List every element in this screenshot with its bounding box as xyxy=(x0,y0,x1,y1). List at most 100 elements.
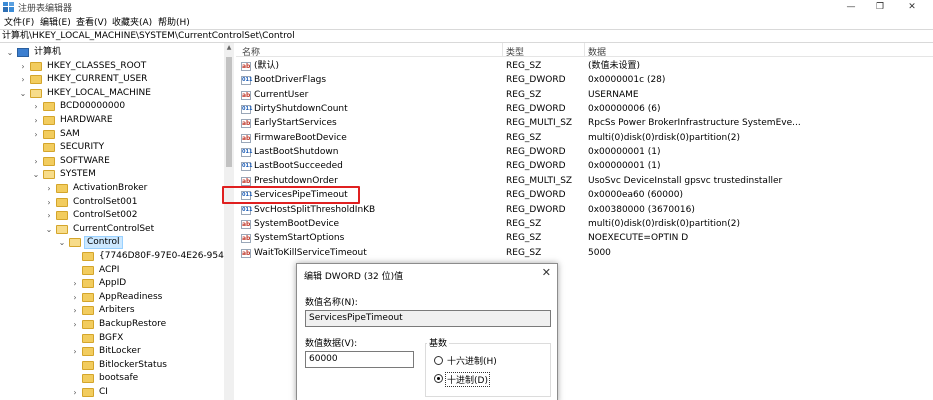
tree-item-label: AppReadiness xyxy=(99,291,163,302)
value-row[interactable]: ab SystemStartOptions REG_SZ NOEXECUTE=OPT… xyxy=(236,231,933,245)
tree-item[interactable]: › Arbiters xyxy=(0,304,224,318)
close-button[interactable]: ✕ xyxy=(902,0,922,14)
binary-value-icon: 011 xyxy=(241,105,253,115)
tree-item[interactable]: › AppReadiness xyxy=(0,291,224,305)
value-row[interactable]: 011 LastBootSucceeded REG_DWORD 0x00000001 … xyxy=(236,159,933,173)
tree-item[interactable]: › HARDWARE xyxy=(0,114,224,128)
value-row[interactable]: ab WaitToKillServiceTimeout REG_SZ 5000 xyxy=(236,246,933,260)
tree-item[interactable]: › ActivationBroker xyxy=(0,182,224,196)
value-row[interactable]: ab EarlyStartServices REG_MULTI_SZ RpcSs Po… xyxy=(236,116,933,130)
tree-item[interactable]: BGFX xyxy=(0,332,224,346)
chevron-right-icon[interactable]: › xyxy=(19,73,27,86)
value-name: SvcHostSplitThresholdInKB xyxy=(254,204,376,215)
value-data: 0x00000001 (1) xyxy=(588,161,661,172)
value-name: FirmwareBootDevice xyxy=(254,132,347,143)
chevron-right-icon[interactable]: › xyxy=(32,128,40,141)
value-row[interactable]: ab (默认) REG_SZ (数值未设置) xyxy=(236,59,933,73)
tree-item[interactable]: ⌄ 计算机 xyxy=(0,46,224,60)
tree-item[interactable]: ACPI xyxy=(0,264,224,278)
tree-item[interactable]: ⌄ HKEY_LOCAL_MACHINE xyxy=(0,87,224,101)
column-data[interactable]: 数据 xyxy=(588,45,606,58)
menu-help[interactable]: 帮助(H) xyxy=(158,15,190,28)
tree-item[interactable]: › BackupRestore xyxy=(0,318,224,332)
chevron-right-icon[interactable]: › xyxy=(45,209,53,222)
maximize-button[interactable]: ❐ xyxy=(870,0,890,14)
folder-icon xyxy=(82,320,94,329)
folder-icon xyxy=(56,197,68,207)
tree-item[interactable]: › SOFTWARE xyxy=(0,155,224,169)
value-type: REG_MULTI_SZ xyxy=(506,175,573,186)
binary-value-icon: 011 xyxy=(241,76,253,86)
tree-item[interactable]: › ControlSet001 xyxy=(0,196,224,210)
chevron-down-icon[interactable]: ⌄ xyxy=(45,223,53,236)
tree-item[interactable]: › CI xyxy=(0,386,224,400)
value-row[interactable]: 011 SvcHostSplitThresholdInKB REG_DWORD 0x0… xyxy=(236,203,933,217)
tree-item[interactable]: {7746D80F-97E0-4E26-9543-26B xyxy=(0,250,233,264)
tree-scrollbar[interactable]: ▲ xyxy=(224,43,234,400)
value-name: CurrentUser xyxy=(254,89,309,100)
tree-item[interactable]: ⌄ Control xyxy=(0,236,224,250)
tree-item[interactable]: BitlockerStatus xyxy=(0,359,224,373)
chevron-right-icon[interactable]: › xyxy=(71,318,79,331)
list-header: 名称 类型 数据 xyxy=(236,43,933,58)
chevron-right-icon[interactable]: › xyxy=(71,386,79,399)
string-value-icon: ab xyxy=(241,133,251,143)
value-name-field[interactable]: ServicesPipeTimeout xyxy=(305,310,551,327)
tree-item[interactable]: › ControlSet002 xyxy=(0,209,224,223)
tree-item[interactable]: › BCD00000000 xyxy=(0,100,224,114)
tree-item-label: ActivationBroker xyxy=(73,183,148,193)
chevron-right-icon[interactable]: › xyxy=(71,304,79,317)
value-type: REG_SZ xyxy=(506,218,542,229)
chevron-right-icon[interactable]: › xyxy=(71,291,79,304)
address-bar[interactable]: 计算机\HKEY_LOCAL_MACHINE\SYSTEM\CurrentCon… xyxy=(0,29,933,43)
chevron-right-icon[interactable]: › xyxy=(45,196,53,209)
tree-item[interactable]: › AppID xyxy=(0,277,224,291)
chevron-right-icon[interactable]: › xyxy=(45,182,53,195)
tree-item[interactable]: ⌄ CurrentControlSet xyxy=(0,223,224,237)
column-type[interactable]: 类型 xyxy=(506,45,524,58)
column-name[interactable]: 名称 xyxy=(242,45,260,58)
chevron-right-icon[interactable]: › xyxy=(19,60,27,73)
value-row[interactable]: ab SystemBootDevice REG_SZ multi(0)disk(0)r… xyxy=(236,217,933,231)
tree-item[interactable]: › BitLocker xyxy=(0,345,224,359)
scroll-up-icon[interactable]: ▲ xyxy=(224,43,234,53)
hex-radio[interactable] xyxy=(434,356,443,365)
dec-radio[interactable] xyxy=(434,374,443,383)
value-row[interactable]: 011 LastBootShutdown REG_DWORD 0x00000001 (… xyxy=(236,145,933,159)
menu-edit[interactable]: 编辑(E) xyxy=(40,15,71,28)
minimize-button[interactable]: — xyxy=(841,0,861,14)
chevron-right-icon[interactable]: › xyxy=(71,345,79,358)
value-row[interactable]: ab FirmwareBootDevice REG_SZ multi(0)disk(0… xyxy=(236,131,933,145)
value-row[interactable]: ab CurrentUser REG_SZ USERNAME xyxy=(236,88,933,102)
chevron-down-icon[interactable]: ⌄ xyxy=(6,46,14,59)
scroll-thumb[interactable] xyxy=(226,57,232,167)
menu-favorites[interactable]: 收藏夹(A) xyxy=(112,15,152,28)
tree-item[interactable]: › HKEY_CLASSES_ROOT xyxy=(0,60,224,74)
tree-item[interactable]: ⌄ SYSTEM xyxy=(0,168,224,182)
computer-icon xyxy=(17,48,29,57)
chevron-right-icon[interactable]: › xyxy=(32,100,40,113)
tree-item[interactable]: › HKEY_CURRENT_USER xyxy=(0,73,224,87)
tree-item[interactable]: SECURITY xyxy=(0,141,224,155)
hex-label[interactable]: 十六进制(H) xyxy=(447,354,497,367)
dialog-close-icon[interactable]: ✕ xyxy=(542,266,551,279)
chevron-down-icon[interactable]: ⌄ xyxy=(58,236,66,249)
key-tree: ⌄ 计算机 › HKEY_CLASSES_ROOT › HKEY_CURRENT_USER… xyxy=(0,43,234,400)
tree-item[interactable]: bootsafe xyxy=(0,372,224,386)
tree-item-label: HKEY_CURRENT_USER xyxy=(47,74,148,85)
dec-label[interactable]: 十进制(D) xyxy=(445,372,490,387)
menu-view[interactable]: 查看(V) xyxy=(76,15,107,28)
chevron-right-icon[interactable]: › xyxy=(32,155,40,168)
folder-icon xyxy=(43,129,55,139)
value-data-field[interactable]: 60000 xyxy=(305,351,414,368)
chevron-down-icon[interactable]: ⌄ xyxy=(19,87,27,100)
menu-file[interactable]: 文件(F) xyxy=(4,15,34,28)
chevron-right-icon[interactable]: › xyxy=(71,277,79,290)
value-data: NOEXECUTE=OPTIN D xyxy=(588,233,689,244)
value-name: (默认) xyxy=(254,61,280,71)
tree-item[interactable]: › SAM xyxy=(0,128,224,142)
value-row[interactable]: 011 DirtyShutdownCount REG_DWORD 0x00000006… xyxy=(236,102,933,116)
value-row[interactable]: 011 BootDriverFlags REG_DWORD 0x0000001c (2… xyxy=(236,73,933,87)
chevron-right-icon[interactable]: › xyxy=(32,114,40,127)
chevron-down-icon[interactable]: ⌄ xyxy=(32,168,40,181)
